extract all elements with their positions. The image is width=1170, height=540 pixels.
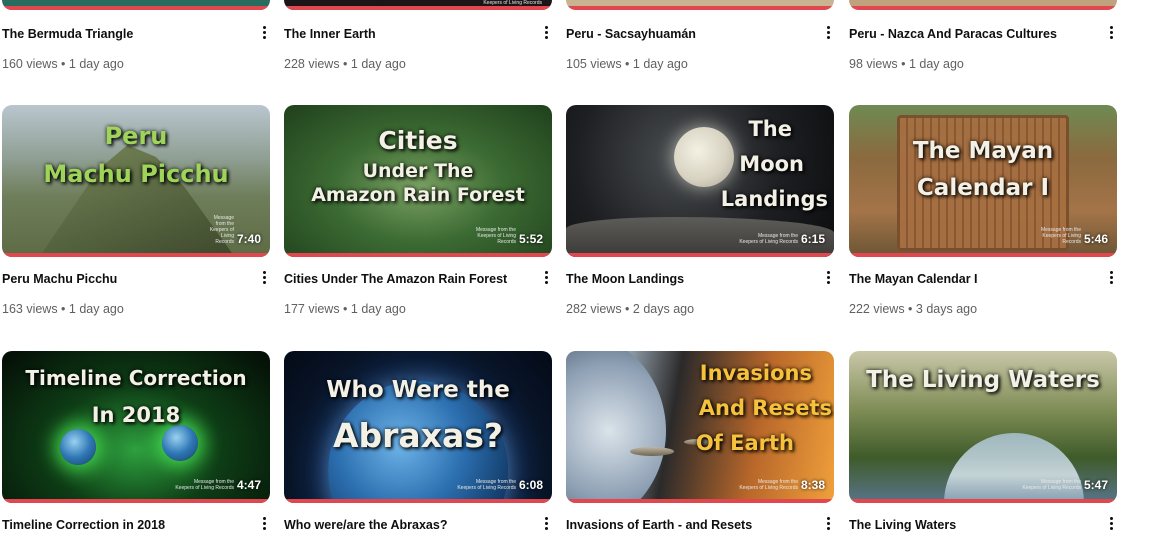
thumbnail-text: The Living Waters (866, 367, 1100, 393)
watch-progress-bar (566, 499, 834, 503)
video-thumbnail[interactable]: Who Were the Abraxas? Message from the K… (284, 351, 552, 503)
thumbnail-watermark: Message from the Keepers of Living Recor… (457, 479, 516, 491)
video-thumbnail[interactable]: Invasions And Resets Of Earth Message fr… (566, 351, 834, 503)
watch-progress-bar (849, 499, 1117, 503)
thumbnail-text: The Mayan (912, 138, 1054, 164)
earth-globe-image (162, 425, 198, 461)
video-title[interactable]: Peru Machu Picchu (2, 272, 117, 286)
more-vert-icon[interactable] (822, 22, 834, 42)
video-thumbnail[interactable]: The Living Waters Message from the Keepe… (849, 351, 1117, 503)
watch-progress-bar (2, 499, 270, 503)
video-duration: 8:38 (800, 478, 825, 492)
more-vert-icon[interactable] (1105, 267, 1117, 287)
video-meta: 160 views • 1 day ago (2, 57, 124, 71)
more-vert-icon[interactable] (1105, 22, 1117, 42)
more-vert-icon[interactable] (258, 267, 270, 287)
video-duration: 5:47 (1083, 478, 1108, 492)
watch-progress-bar (284, 499, 552, 503)
thumbnail-text: Of Earth (695, 431, 794, 455)
video-duration: 5:52 (518, 232, 543, 246)
thumbnail-watermark: Message from the Keepers of Living Recor… (739, 233, 798, 245)
more-vert-icon[interactable] (822, 267, 834, 287)
thumbnail-text: And Resets (698, 396, 832, 420)
more-vert-icon[interactable] (540, 513, 552, 533)
moon-image (674, 127, 734, 187)
thumbnail-text: Landings (720, 187, 828, 211)
watch-progress-bar (849, 6, 1117, 10)
thumbnail-text: Under The (362, 160, 474, 182)
video-thumbnail[interactable]: The Moon Landings Message from the Keepe… (566, 105, 834, 257)
thumbnail-text: Machu Picchu (43, 160, 229, 188)
thumbnail-watermark: Message from the Keepers of Living Recor… (175, 479, 234, 491)
thumbnail-watermark: Message from the Keepers of Living Recor… (1040, 227, 1081, 245)
thumbnail-watermark: Message from the Keepers of Living Recor… (1022, 479, 1081, 491)
ufo-image (630, 447, 674, 456)
video-title[interactable]: The Living Waters (849, 518, 956, 532)
thumbnail-text: Timeline Correction (25, 366, 247, 390)
video-thumbnail[interactable]: The Mayan Calendar I Message from the Ke… (849, 105, 1117, 257)
more-vert-icon[interactable] (258, 22, 270, 42)
thumbnail-text: Abraxas? (332, 416, 504, 455)
more-vert-icon[interactable] (258, 513, 270, 533)
video-title[interactable]: The Moon Landings (566, 272, 684, 286)
thumbnail-text: Calendar I (916, 175, 1050, 201)
video-thumbnail[interactable] (849, 0, 1117, 10)
video-title[interactable]: Timeline Correction in 2018 (2, 518, 165, 532)
thumbnail-text: Peru (104, 122, 168, 150)
thumbnail-text: In 2018 (91, 403, 181, 427)
video-title[interactable]: Who were/are the Abraxas? (284, 518, 447, 532)
watch-progress-bar (566, 6, 834, 10)
thumbnail-text: Who Were the (326, 377, 510, 403)
video-duration: 4:47 (236, 478, 261, 492)
thumbnail-watermark: Message from the Keepers of Living Recor… (739, 479, 798, 491)
more-vert-icon[interactable] (1105, 513, 1117, 533)
video-thumbnail[interactable]: Keepers of Living Records (284, 0, 552, 10)
video-duration: 6:08 (518, 478, 543, 492)
video-title[interactable]: Invasions of Earth - and Resets (566, 518, 752, 532)
thumbnail-text: Cities (378, 126, 458, 155)
video-meta: 282 views • 2 days ago (566, 302, 695, 316)
video-duration: 5:46 (1083, 232, 1108, 246)
watch-progress-bar (566, 253, 834, 257)
thumbnail-text: Moon (739, 152, 804, 176)
video-thumbnail[interactable]: Peru Machu Picchu Message from the Keepe… (2, 105, 270, 257)
video-meta: 163 views • 1 day ago (2, 302, 124, 316)
video-title[interactable]: The Mayan Calendar I (849, 272, 978, 286)
more-vert-icon[interactable] (540, 267, 552, 287)
watch-progress-bar (2, 6, 270, 10)
thumbnail-watermark: Message from the Keepers of Living Recor… (475, 227, 516, 245)
watch-progress-bar (284, 6, 552, 10)
video-thumbnail[interactable] (566, 0, 834, 10)
watch-progress-bar (849, 253, 1117, 257)
video-duration: 7:40 (236, 232, 261, 246)
video-meta: 105 views • 1 day ago (566, 57, 688, 71)
video-title[interactable]: The Inner Earth (284, 27, 376, 41)
video-duration: 6:15 (800, 232, 825, 246)
video-title[interactable]: Peru - Sacsayhuamán (566, 27, 696, 41)
earth-globe-image (60, 429, 96, 465)
video-title[interactable]: Peru - Nazca And Paracas Cultures (849, 27, 1057, 41)
watch-progress-bar (284, 253, 552, 257)
thumbnail-text: The (748, 117, 792, 141)
video-meta: 228 views • 1 day ago (284, 57, 406, 71)
thumbnail-watermark: Message from the Keepers of Living Recor… (209, 215, 234, 245)
thumbnail-text: Invasions (699, 361, 812, 385)
more-vert-icon[interactable] (822, 513, 834, 533)
video-title[interactable]: Cities Under The Amazon Rain Forest (284, 272, 507, 286)
video-thumbnail[interactable] (2, 0, 270, 10)
video-thumbnail[interactable]: Cities Under The Amazon Rain Forest Mess… (284, 105, 552, 257)
more-vert-icon[interactable] (540, 22, 552, 42)
thumbnail-text: Amazon Rain Forest (311, 184, 525, 206)
video-meta: 98 views • 1 day ago (849, 57, 964, 71)
video-meta: 177 views • 1 day ago (284, 302, 406, 316)
watch-progress-bar (2, 253, 270, 257)
video-grid: The Bermuda Triangle 160 views • 1 day a… (0, 0, 1170, 540)
video-meta: 222 views • 3 days ago (849, 302, 978, 316)
video-thumbnail[interactable]: Timeline Correction In 2018 Message from… (2, 351, 270, 503)
video-title[interactable]: The Bermuda Triangle (2, 27, 133, 41)
